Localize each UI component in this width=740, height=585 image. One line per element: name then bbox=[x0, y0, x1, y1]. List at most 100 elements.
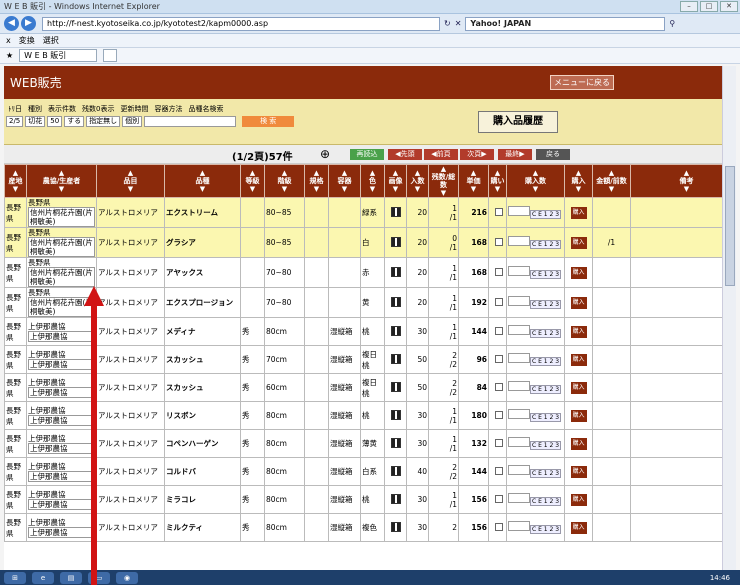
purchase-qty-input[interactable] bbox=[508, 296, 530, 306]
sort-down-icon[interactable]: ▼ bbox=[507, 185, 564, 193]
sort-down-icon[interactable]: ▼ bbox=[489, 185, 506, 193]
flower-image-icon[interactable] bbox=[390, 437, 401, 448]
purchase-qty-input[interactable] bbox=[508, 381, 530, 391]
sort-down-icon[interactable]: ▼ bbox=[631, 185, 722, 193]
sort-down-icon[interactable]: ▼ bbox=[165, 185, 240, 193]
search-box[interactable]: Yahoo! JAPAN bbox=[465, 16, 666, 31]
buy-button[interactable]: 購入 bbox=[570, 437, 587, 450]
keypad-buttons[interactable]: C E 1 2 3 bbox=[530, 525, 562, 534]
column-header[interactable]: ▲ 購入 ▼ bbox=[564, 164, 593, 198]
keypad-buttons[interactable]: C E 1 2 3 bbox=[530, 357, 562, 366]
refresh-icon[interactable]: ↻ bbox=[444, 19, 451, 28]
keypad-buttons[interactable]: C E 1 2 3 bbox=[530, 469, 562, 478]
buy-button[interactable]: 購入 bbox=[570, 353, 587, 366]
producer-name[interactable]: 信州片桐花卉園(片桐敏美) bbox=[28, 237, 95, 257]
sort-up-icon[interactable]: ▲ bbox=[429, 165, 458, 173]
buy-checkbox[interactable] bbox=[494, 237, 503, 246]
menu-return-button[interactable]: メニューに戻る bbox=[550, 75, 614, 90]
column-header[interactable]: ▲ 画像 ▼ bbox=[384, 164, 407, 198]
purchase-qty-input[interactable] bbox=[508, 266, 530, 276]
purchase-qty-input[interactable] bbox=[508, 493, 530, 503]
flower-image-icon[interactable] bbox=[390, 465, 401, 476]
column-header[interactable]: ▲ 購い ▼ bbox=[488, 164, 507, 198]
filter-select[interactable]: 指定無し bbox=[86, 116, 121, 127]
buy-button[interactable]: 購入 bbox=[570, 381, 587, 394]
sort-up-icon[interactable]: ▲ bbox=[97, 169, 164, 177]
explorer-icon[interactable]: ▤ bbox=[60, 571, 82, 584]
chrome-icon[interactable]: ◉ bbox=[116, 571, 138, 584]
purchase-qty-input[interactable] bbox=[508, 353, 530, 363]
sort-down-icon[interactable]: ▼ bbox=[429, 189, 458, 197]
sort-up-icon[interactable]: ▲ bbox=[593, 169, 630, 177]
search-icon[interactable]: ⚲ bbox=[669, 19, 675, 28]
filter-select[interactable]: 個別 bbox=[122, 116, 143, 127]
column-header[interactable]: ▲ 金額/前数 ▼ bbox=[592, 164, 631, 198]
filter-select[interactable]: 切花 bbox=[25, 116, 46, 127]
sort-up-icon[interactable]: ▲ bbox=[329, 169, 360, 177]
sort-up-icon[interactable]: ▲ bbox=[459, 169, 488, 177]
sort-down-icon[interactable]: ▼ bbox=[5, 185, 26, 193]
sort-up-icon[interactable]: ▲ bbox=[5, 169, 26, 177]
flower-image-icon[interactable] bbox=[390, 353, 401, 364]
pager-button[interactable]: ◀先頭 bbox=[388, 149, 422, 160]
column-header[interactable]: ▲ 単価 ▼ bbox=[458, 164, 489, 198]
sort-down-icon[interactable]: ▼ bbox=[329, 185, 360, 193]
column-header[interactable]: ▲ 備考 ▼ bbox=[630, 164, 722, 198]
browser-tab[interactable]: W E B 販引 bbox=[19, 49, 98, 62]
purchase-qty-input[interactable] bbox=[508, 206, 530, 216]
buy-button[interactable]: 購入 bbox=[570, 465, 587, 478]
zoom-icon[interactable]: ⊕ bbox=[320, 147, 330, 161]
column-header[interactable]: ▲ 農協/生産者 ▼ bbox=[26, 164, 97, 198]
flower-image-icon[interactable] bbox=[390, 266, 401, 277]
search-button[interactable]: 検 索 bbox=[242, 116, 295, 127]
producer-name[interactable]: 信州片桐花卉園(片桐敏美) bbox=[28, 267, 95, 287]
buy-button[interactable]: 購入 bbox=[570, 206, 587, 219]
buy-button[interactable]: 購入 bbox=[570, 236, 587, 249]
purchase-qty-input[interactable] bbox=[508, 465, 530, 475]
buy-button[interactable]: 購入 bbox=[570, 493, 587, 506]
keypad-buttons[interactable]: C E 1 2 3 bbox=[530, 300, 562, 309]
favorites-star-icon[interactable]: ★ bbox=[6, 51, 13, 60]
flower-image-icon[interactable] bbox=[390, 493, 401, 504]
sort-up-icon[interactable]: ▲ bbox=[489, 169, 506, 177]
sort-down-icon[interactable]: ▼ bbox=[305, 185, 328, 193]
sort-up-icon[interactable]: ▲ bbox=[361, 169, 384, 177]
page-scrollbar[interactable] bbox=[722, 66, 736, 570]
buy-checkbox[interactable] bbox=[494, 410, 503, 419]
back-icon[interactable]: ◀ bbox=[4, 16, 19, 31]
buy-checkbox[interactable] bbox=[494, 297, 503, 306]
buy-button[interactable]: 購入 bbox=[570, 266, 587, 279]
sort-down-icon[interactable]: ▼ bbox=[97, 185, 164, 193]
sort-up-icon[interactable]: ▲ bbox=[565, 169, 592, 177]
new-tab-button[interactable] bbox=[103, 49, 118, 62]
command-close[interactable]: x bbox=[6, 36, 11, 45]
sort-down-icon[interactable]: ▼ bbox=[265, 185, 304, 193]
sort-down-icon[interactable]: ▼ bbox=[407, 185, 428, 193]
purchase-qty-input[interactable] bbox=[508, 521, 530, 531]
column-header[interactable]: ▲ 品目 ▼ bbox=[96, 164, 165, 198]
close-button[interactable]: ✕ bbox=[720, 1, 738, 12]
column-header[interactable]: ▲ 入数 ▼ bbox=[406, 164, 429, 198]
column-header[interactable]: ▲ 等級 ▼ bbox=[240, 164, 265, 198]
sort-down-icon[interactable]: ▼ bbox=[27, 185, 96, 193]
sort-up-icon[interactable]: ▲ bbox=[27, 169, 96, 177]
minimize-button[interactable]: – bbox=[680, 1, 698, 12]
sort-up-icon[interactable]: ▲ bbox=[631, 169, 722, 177]
keypad-buttons[interactable]: C E 1 2 3 bbox=[530, 385, 562, 394]
pager-button[interactable]: 戻る bbox=[536, 149, 570, 160]
flower-image-icon[interactable] bbox=[390, 296, 401, 307]
command-select[interactable]: 選択 bbox=[43, 35, 59, 46]
column-header[interactable]: ▲ 階級 ▼ bbox=[264, 164, 305, 198]
sort-down-icon[interactable]: ▼ bbox=[459, 185, 488, 193]
purchase-qty-input[interactable] bbox=[508, 325, 530, 335]
column-header[interactable]: ▲ 残数/総数 ▼ bbox=[428, 164, 459, 198]
sort-down-icon[interactable]: ▼ bbox=[385, 185, 406, 193]
buy-button[interactable]: 購入 bbox=[570, 296, 587, 309]
sort-down-icon[interactable]: ▼ bbox=[241, 185, 264, 193]
flower-image-icon[interactable] bbox=[390, 206, 401, 217]
buy-checkbox[interactable] bbox=[494, 466, 503, 475]
flower-image-icon[interactable] bbox=[390, 521, 401, 532]
stop-icon[interactable]: ✕ bbox=[455, 19, 462, 28]
buy-checkbox[interactable] bbox=[494, 438, 503, 447]
pager-button[interactable]: ◀前頁 bbox=[424, 149, 458, 160]
